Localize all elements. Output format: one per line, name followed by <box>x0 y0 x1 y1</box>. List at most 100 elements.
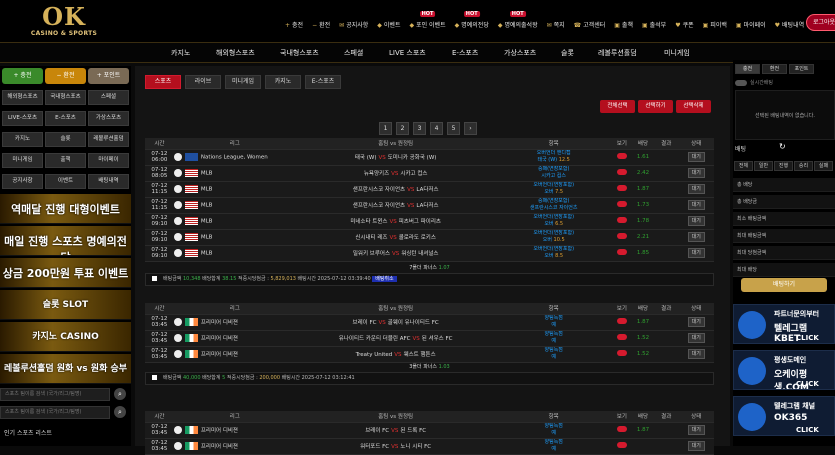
eye-icon[interactable] <box>616 217 627 223</box>
top-menu-item[interactable]: ▣ 출석부 <box>642 20 666 29</box>
bet-filter-tab[interactable]: 일반 <box>754 161 773 171</box>
left-menu-item[interactable]: 해외형스포츠 <box>2 90 43 105</box>
bulk-action-button[interactable]: 선택삭제 <box>676 100 711 113</box>
side-promo-banner[interactable]: 평생도메인 오케이평생.COM CLICK <box>733 350 835 390</box>
refresh-icon[interactable]: ↻ <box>779 142 786 151</box>
left-action-button[interactable]: + 포인트 <box>88 68 129 84</box>
pagination-button[interactable]: 2 <box>396 122 409 135</box>
main-nav-item[interactable]: 국내형스포츠 <box>280 48 319 58</box>
left-menu-item[interactable]: 국내형스포츠 <box>45 90 86 105</box>
left-menu-item[interactable]: 카지노 <box>2 132 43 147</box>
wallet-tab[interactable]: 환전 <box>762 64 787 74</box>
left-action-button[interactable]: − 환전 <box>45 68 86 84</box>
team-search-input-2[interactable]: 스포츠 팀이름 검색 (국가/리그/팀명) <box>0 406 110 419</box>
eye-icon[interactable] <box>616 185 627 191</box>
history-tab[interactable]: 스포츠 <box>145 75 181 89</box>
status-button[interactable]: 대기 <box>687 317 705 327</box>
side-promo-banner[interactable]: 텔레그램 채널 OK365 CLICK <box>733 396 835 436</box>
top-menu-item[interactable]: ▣ 피이백 <box>703 20 727 29</box>
place-bet-button[interactable]: 배팅하기 <box>741 278 827 292</box>
status-button[interactable]: 대기 <box>687 216 705 226</box>
site-logo[interactable]: OK CASINO & SPORTS <box>28 4 100 42</box>
top-menu-item[interactable]: ◆ 이벤트 <box>377 20 400 29</box>
history-tab[interactable]: 카지노 <box>265 75 301 89</box>
top-menu-item[interactable]: − 환전 <box>312 20 330 29</box>
promo-banner[interactable]: 상금 200만원 투표 이벤트 <box>0 258 131 288</box>
eye-icon[interactable] <box>616 442 627 448</box>
top-menu-item[interactable]: ▣ 마이페이 <box>736 20 766 29</box>
promo-banner[interactable]: 레볼루션홀덤 원화 vs 원화 승부 <box>0 354 131 384</box>
left-menu-item[interactable]: 공지사항 <box>2 174 43 189</box>
main-nav-item[interactable]: 슬롯 <box>561 48 574 58</box>
left-menu-item[interactable]: E-스포츠 <box>45 111 86 126</box>
eye-icon[interactable] <box>616 201 627 207</box>
left-menu-item[interactable]: 미니게임 <box>2 153 43 168</box>
main-nav-item[interactable]: LIVE 스포츠 <box>389 48 426 58</box>
status-button[interactable]: 대기 <box>687 152 705 162</box>
status-button[interactable]: 대기 <box>687 441 705 451</box>
status-button[interactable]: 대기 <box>687 200 705 210</box>
history-tab[interactable]: E-스포츠 <box>305 75 341 89</box>
eye-icon[interactable] <box>616 318 627 324</box>
main-nav-item[interactable]: 미니게임 <box>664 48 690 58</box>
left-menu-item[interactable]: 배팅내역 <box>88 174 129 189</box>
bet-filter-tab[interactable]: 승리 <box>794 161 813 171</box>
bet-filter-tab[interactable]: 진행 <box>774 161 793 171</box>
status-button[interactable]: 대기 <box>687 349 705 359</box>
pagination-button[interactable]: 1 <box>379 122 392 135</box>
top-menu-item[interactable]: ◆ 포인 이벤트 HOT <box>409 10 446 29</box>
search-icon[interactable]: ⌕ <box>114 406 126 418</box>
left-action-button[interactable]: + 충전 <box>2 68 43 84</box>
bulk-action-button[interactable]: 선택하기 <box>638 100 673 113</box>
bulk-action-button[interactable]: 전체선택 <box>600 100 635 113</box>
left-menu-item[interactable]: 이벤트 <box>45 174 86 189</box>
pagination-button[interactable]: 3 <box>413 122 426 135</box>
eye-icon[interactable] <box>616 334 627 340</box>
pagination-button[interactable]: 4 <box>430 122 443 135</box>
promo-banner[interactable]: 매일 진행 스포츠 명예의전당 <box>0 226 131 256</box>
bet-filter-tab[interactable]: 전체 <box>734 161 753 171</box>
main-nav-item[interactable]: 카지노 <box>171 48 190 58</box>
side-promo-banner[interactable]: 파트너문의부터 텔레그램 KBET CLICK <box>733 304 835 344</box>
search-icon[interactable]: ⌕ <box>114 388 126 400</box>
eye-icon[interactable] <box>616 153 627 159</box>
pagination-button[interactable]: 5 <box>447 122 460 135</box>
select-checkbox[interactable] <box>152 276 157 281</box>
popular-sports-list[interactable]: 인기 스포츠 리스트 <box>4 428 52 437</box>
bet-filter-tab[interactable]: 실패 <box>814 161 833 171</box>
wallet-tab[interactable]: 포인트 <box>789 64 814 74</box>
wallet-tab[interactable]: 충전 <box>735 64 760 74</box>
main-nav-item[interactable]: 레볼루션홀덤 <box>598 48 637 58</box>
top-menu-item[interactable]: ▣ 출책 <box>614 20 633 29</box>
left-menu-item[interactable]: LIVE-스포츠 <box>2 111 43 126</box>
left-menu-item[interactable]: 슬롯 <box>45 132 86 147</box>
realtime-toggle[interactable]: 실시간배팅 <box>735 79 773 86</box>
status-button[interactable]: 대기 <box>687 232 705 242</box>
left-menu-item[interactable]: 스페셜 <box>88 90 129 105</box>
status-button[interactable]: 대기 <box>687 168 705 178</box>
top-menu-item[interactable]: ✉ 공지사항 <box>339 20 368 29</box>
top-menu-item[interactable]: ✉ 쪽지 <box>547 20 565 29</box>
top-menu-item[interactable]: ♥ 배팅내역 <box>775 20 804 29</box>
logout-button[interactable]: 로그아웃 <box>806 14 835 31</box>
top-menu-item[interactable]: ◆ 명예의출석왕 HOT <box>498 10 538 29</box>
status-button[interactable]: 대기 <box>687 425 705 435</box>
select-checkbox[interactable] <box>152 375 157 380</box>
cancel-bet-button[interactable]: 배팅취소 <box>372 276 397 282</box>
left-menu-item[interactable]: 가상스포츠 <box>88 111 129 126</box>
promo-banner[interactable]: 역매달 진행 대형이벤트 <box>0 194 131 224</box>
eye-icon[interactable] <box>616 169 627 175</box>
eye-icon[interactable] <box>616 350 627 356</box>
top-menu-item[interactable]: + 충전 <box>285 20 303 29</box>
left-menu-item[interactable]: 출책 <box>45 153 86 168</box>
promo-banner[interactable]: 카지노 CASINO <box>0 322 131 352</box>
eye-icon[interactable] <box>616 426 627 432</box>
status-button[interactable]: 대기 <box>687 248 705 258</box>
history-tab[interactable]: 미니게임 <box>225 75 261 89</box>
top-menu-item[interactable]: ◆ 명예의전당 HOT <box>455 10 489 29</box>
team-search-input[interactable]: 스포츠 팀이름 검색 (국가/리그/팀명) <box>0 388 110 401</box>
top-menu-item[interactable]: ☎ 고객센터 <box>574 20 606 29</box>
top-menu-item[interactable]: ♥ 쿠폰 <box>675 20 693 29</box>
main-nav-item[interactable]: E-스포츠 <box>452 48 478 58</box>
status-button[interactable]: 대기 <box>687 184 705 194</box>
